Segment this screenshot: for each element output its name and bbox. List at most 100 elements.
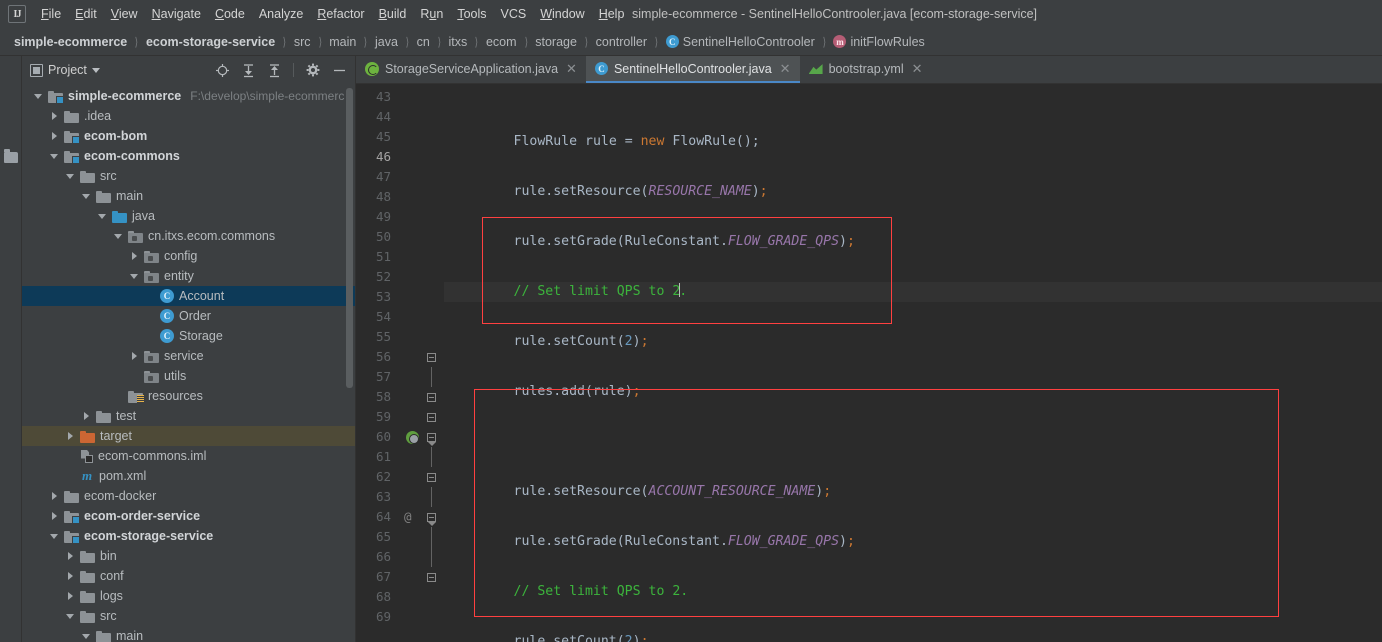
- breadcrumb-simple-ecommerce[interactable]: simple-ecommerce: [14, 35, 127, 49]
- menu-navigate[interactable]: Navigate: [145, 4, 208, 24]
- tree-twisty-expanded[interactable]: [92, 213, 112, 219]
- breadcrumb-storage[interactable]: storage: [535, 35, 577, 49]
- code-fold-icon[interactable]: [427, 353, 436, 362]
- code-fold-icon[interactable]: [427, 473, 436, 482]
- tree-item-main[interactable]: main: [22, 186, 355, 206]
- breadcrumb-main[interactable]: main: [329, 35, 356, 49]
- project-panel-title-group[interactable]: Project: [30, 63, 100, 77]
- editor-gutter[interactable]: @: [398, 84, 444, 642]
- tree-item-main[interactable]: main: [22, 626, 355, 642]
- tree-twisty-collapsed[interactable]: [76, 412, 96, 420]
- breadcrumb-src[interactable]: src: [294, 35, 311, 49]
- tree-item-target[interactable]: target: [22, 426, 355, 446]
- breadcrumb-itxs[interactable]: itxs: [449, 35, 468, 49]
- breadcrumb-cn[interactable]: cn: [417, 35, 430, 49]
- tree-twisty-collapsed[interactable]: [60, 592, 80, 600]
- expand-all-icon[interactable]: [238, 60, 258, 80]
- tree-item-idea[interactable]: .idea: [22, 106, 355, 126]
- folder-icon[interactable]: [4, 149, 18, 163]
- tree-item-utils[interactable]: utils: [22, 366, 355, 386]
- editor-body[interactable]: 43 44 45 46 47 48 49 50 51 52 53 54 55 56 57 58 59 60 61 62…: [356, 84, 1382, 642]
- tree-twisty-collapsed[interactable]: [44, 132, 64, 140]
- tree-item-ecom-storage-service[interactable]: ecom-storage-service: [22, 526, 355, 546]
- tree-item-ecom-commons-iml[interactable]: ecom-commons.iml: [22, 446, 355, 466]
- tree-twisty-collapsed[interactable]: [124, 352, 144, 360]
- breadcrumb-class[interactable]: C SentinelHelloControoler: [665, 35, 815, 49]
- menu-window[interactable]: Window: [533, 4, 591, 24]
- menu-file[interactable]: File: [34, 4, 68, 24]
- tree-twisty-expanded[interactable]: [44, 153, 64, 159]
- tree-twisty-expanded[interactable]: [60, 173, 80, 179]
- tree-item-storage[interactable]: C Storage: [22, 326, 355, 346]
- menu-view[interactable]: View: [104, 4, 145, 24]
- tree-twisty-collapsed[interactable]: [44, 512, 64, 520]
- tree-item-entity[interactable]: entity: [22, 266, 355, 286]
- menu-vcs[interactable]: VCS: [494, 4, 534, 24]
- tree-item-test[interactable]: test: [22, 406, 355, 426]
- tree-item-java[interactable]: java: [22, 206, 355, 226]
- menu-build[interactable]: Build: [372, 4, 414, 24]
- menu-help[interactable]: Help: [592, 4, 632, 24]
- menu-tools[interactable]: Tools: [450, 4, 493, 24]
- editor-tab-sentinel-hello-controoler[interactable]: C SentinelHelloControoler.java ✕: [585, 56, 800, 83]
- editor-tab-storage-service-application[interactable]: StorageServiceApplication.java ✕: [356, 56, 586, 83]
- tree-item-ecom-bom[interactable]: ecom-bom: [22, 126, 355, 146]
- tree-twisty-expanded[interactable]: [44, 533, 64, 539]
- tree-twisty-expanded[interactable]: [108, 233, 128, 239]
- tree-twisty-expanded[interactable]: [124, 273, 144, 279]
- tree-twisty-collapsed[interactable]: [44, 112, 64, 120]
- tree-item-resources[interactable]: resources: [22, 386, 355, 406]
- close-icon[interactable]: ✕: [780, 61, 791, 77]
- close-icon[interactable]: ✕: [566, 61, 577, 77]
- menu-code[interactable]: Code: [208, 4, 252, 24]
- tree-twisty-expanded[interactable]: [76, 193, 96, 199]
- code-fold-icon[interactable]: [427, 393, 436, 402]
- tree-twisty-collapsed[interactable]: [124, 252, 144, 260]
- tree-scrollbar[interactable]: [346, 88, 353, 388]
- tree-item-config[interactable]: config: [22, 246, 355, 266]
- breadcrumb-java[interactable]: java: [375, 35, 398, 49]
- settings-gear-icon[interactable]: [303, 60, 323, 80]
- spring-bean-icon[interactable]: [406, 431, 419, 444]
- tree-item-bin[interactable]: bin: [22, 546, 355, 566]
- breadcrumb-method[interactable]: m initFlowRules: [833, 35, 925, 49]
- menu-refactor[interactable]: Refactor: [310, 4, 371, 24]
- code-fold-icon[interactable]: [427, 433, 436, 446]
- code-fold-icon[interactable]: [427, 573, 436, 582]
- tree-item-cn-itxs-ecom-commons[interactable]: cn.itxs.ecom.commons: [22, 226, 355, 246]
- project-tree[interactable]: simple-ecommerce F:\develop\simple-ecomme…: [22, 84, 355, 642]
- tree-item-logs[interactable]: logs: [22, 586, 355, 606]
- menu-run[interactable]: Run: [413, 4, 450, 24]
- editor-tab-bootstrap-yml[interactable]: bootstrap.yml ✕: [800, 56, 932, 83]
- tree-twisty-expanded[interactable]: [60, 613, 80, 619]
- tree-item-ecom-docker[interactable]: ecom-docker: [22, 486, 355, 506]
- tree-twisty-collapsed[interactable]: [44, 492, 64, 500]
- tree-item-account[interactable]: C Account: [22, 286, 355, 306]
- tree-item-src[interactable]: src: [22, 166, 355, 186]
- menu-edit[interactable]: Edit: [68, 4, 104, 24]
- override-annotation-icon[interactable]: @: [404, 507, 412, 527]
- code-fold-icon[interactable]: [427, 513, 436, 526]
- breadcrumb-ecom[interactable]: ecom: [486, 35, 517, 49]
- tree-item-ecom-order-service[interactable]: ecom-order-service: [22, 506, 355, 526]
- hide-panel-icon[interactable]: [329, 60, 349, 80]
- collapse-all-icon[interactable]: [264, 60, 284, 80]
- close-icon[interactable]: ✕: [912, 61, 923, 77]
- breadcrumb-controller[interactable]: controller: [596, 35, 647, 49]
- tree-twisty-collapsed[interactable]: [60, 572, 80, 580]
- chevron-down-icon[interactable]: [91, 67, 100, 73]
- tree-item-order[interactable]: C Order: [22, 306, 355, 326]
- tree-item-pom-xml[interactable]: m pom.xml: [22, 466, 355, 486]
- code-content[interactable]: FlowRule rule = new FlowRule(); rule.set…: [444, 84, 1382, 642]
- tree-item-src[interactable]: src: [22, 606, 355, 626]
- tree-twisty-expanded[interactable]: [76, 633, 96, 639]
- tree-twisty-expanded[interactable]: [28, 93, 48, 99]
- breadcrumb-ecom-storage-service[interactable]: ecom-storage-service: [146, 35, 275, 49]
- tree-item-conf[interactable]: conf: [22, 566, 355, 586]
- tree-item-ecom-commons[interactable]: ecom-commons: [22, 146, 355, 166]
- tree-twisty-collapsed[interactable]: [60, 432, 80, 440]
- menu-analyze[interactable]: Analyze: [252, 4, 310, 24]
- locate-icon[interactable]: [212, 60, 232, 80]
- tree-item-simple-ecommerce[interactable]: simple-ecommerce F:\develop\simple-ecomme…: [22, 86, 355, 106]
- tree-twisty-collapsed[interactable]: [60, 552, 80, 560]
